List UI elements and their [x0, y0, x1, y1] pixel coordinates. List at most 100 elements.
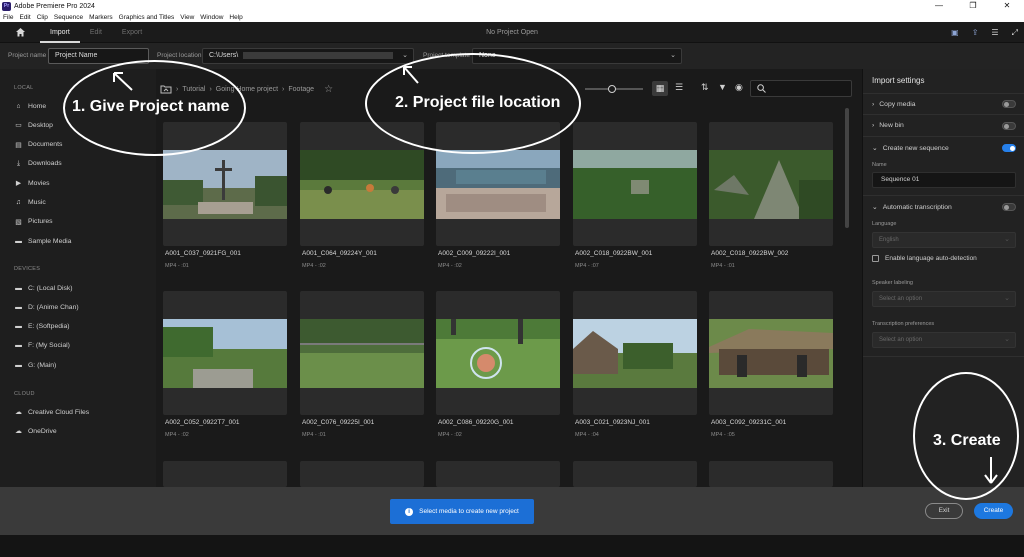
sidebar-item-g-main[interactable]: ▬ G: (Main) — [14, 361, 56, 369]
maximize-panel-icon[interactable]: ⤢ — [1012, 28, 1018, 38]
sidebar-item-label: C: (Local Disk) — [28, 284, 73, 292]
grid-view-button[interactable]: ▦ — [652, 81, 668, 96]
share-icon[interactable]: ⇪ — [972, 28, 979, 37]
media-tile[interactable]: A002_C018_0922BW_002 MP4 - :01 — [709, 122, 833, 269]
menu-file[interactable]: File — [3, 14, 13, 21]
new-bin-row[interactable]: › New bin — [863, 115, 1024, 137]
auto-detect-checkbox-row[interactable]: Enable language auto-detection — [872, 255, 977, 262]
media-duration: MP4 - :01 — [165, 263, 189, 269]
menu-help[interactable]: Help — [229, 14, 242, 21]
media-tile-partial[interactable] — [300, 461, 424, 487]
media-tile[interactable]: A002_C086_09220G_001 MP4 - :02 — [436, 291, 560, 438]
media-duration: MP4 - :02 — [438, 263, 462, 269]
workspace-layout-icon[interactable]: ▣ — [951, 28, 959, 37]
media-tile-partial[interactable] — [436, 461, 560, 487]
filter-icon[interactable]: ▼ — [718, 82, 727, 92]
sidebar-item-creative-cloud-files[interactable]: ☁ Creative Cloud Files — [14, 408, 89, 417]
cloud-heading: CLOUD — [14, 391, 35, 397]
media-tile-partial[interactable] — [163, 461, 287, 487]
menu-window[interactable]: Window — [200, 14, 223, 21]
media-filename: A002_C086_09220G_001 — [438, 419, 514, 426]
media-tile-partial[interactable] — [709, 461, 833, 487]
sequence-name-input[interactable]: Sequence 01 — [872, 172, 1016, 188]
new-bin-label: New bin — [879, 122, 904, 129]
sidebar-item-pictures[interactable]: ▧ Pictures — [14, 218, 52, 226]
search-input[interactable] — [750, 80, 852, 97]
thumbnail-size-slider[interactable] — [585, 85, 643, 93]
sidebar-item-label: G: (Main) — [28, 361, 57, 369]
sidebar-item-movies[interactable]: ▶ Movies — [14, 179, 50, 188]
project-location-label: Project location — [157, 52, 202, 59]
eye-icon[interactable]: ◉ — [735, 82, 743, 93]
sidebar-item-desktop[interactable]: ▭ Desktop — [14, 121, 53, 130]
project-location-select[interactable]: C:\Users\ ⌄ — [202, 48, 414, 64]
media-tile[interactable]: A002_C076_09225I_001 MP4 - :01 — [300, 291, 424, 438]
sidebar-item-home[interactable]: ⌂ Home — [14, 102, 46, 110]
menu-clip[interactable]: Clip — [37, 14, 48, 21]
media-tile-partial[interactable] — [573, 461, 697, 487]
auto-transcription-toggle[interactable] — [1002, 203, 1016, 211]
sidebar-item-sample-media[interactable]: ▬ Sample Media — [14, 237, 71, 245]
favorite-star-icon[interactable]: ☆ — [324, 84, 333, 95]
create-button[interactable]: Create — [974, 503, 1013, 519]
project-status-title: No Project Open — [486, 28, 538, 36]
media-filename: A002_C018_0922BW_002 — [711, 250, 789, 257]
sidebar-item-label: OneDrive — [28, 427, 57, 435]
transcription-preferences-select[interactable]: Select an option ⌄ — [872, 332, 1016, 348]
sidebar-item-music[interactable]: ♫ Music — [14, 199, 46, 207]
sidebar-item-d-anime-chan[interactable]: ▬ D: (Anime Chan) — [14, 303, 79, 311]
media-filename: A001_C064_09224Y_001 — [302, 250, 377, 257]
sidebar-item-e-softpedia[interactable]: ▬ E: (Softpedia) — [14, 323, 69, 331]
maximize-button[interactable]: ❐ — [956, 0, 990, 12]
menu-markers[interactable]: Markers — [89, 14, 112, 21]
auto-transcription-row[interactable]: ⌄ Automatic transcription — [863, 196, 1024, 218]
copy-media-toggle[interactable] — [1002, 100, 1016, 108]
slider-handle[interactable] — [608, 85, 616, 93]
tab-export[interactable]: Export — [112, 22, 152, 43]
media-scrollbar[interactable] — [845, 108, 849, 228]
sidebar-item-documents[interactable]: ▤ Documents — [14, 141, 62, 149]
sort-icon[interactable]: ⇅ — [701, 82, 709, 93]
close-window-button[interactable]: ✕ — [990, 0, 1024, 12]
media-tile[interactable]: A003_C021_0923NJ_001 MP4 - :04 — [573, 291, 697, 438]
devices-heading: DEVICES — [14, 266, 41, 272]
sidebar-item-downloads[interactable]: ⤓ Downloads — [14, 160, 62, 168]
tab-edit[interactable]: Edit — [80, 22, 112, 43]
create-sequence-toggle[interactable] — [1002, 144, 1016, 152]
menu-graphics-and-titles[interactable]: Graphics and Titles — [119, 14, 175, 21]
auto-detect-label: Enable language auto-detection — [885, 255, 977, 262]
sidebar-item-f-my-social[interactable]: ▬ F: (My Social) — [14, 342, 70, 350]
folder-icon: ▬ — [15, 303, 22, 311]
menu-edit[interactable]: Edit — [19, 14, 30, 21]
media-tile[interactable]: A002_C052_0922T7_001 MP4 - :02 — [163, 291, 287, 438]
list-view-icon[interactable]: ☰ — [675, 82, 683, 93]
folder-icon: ▬ — [15, 323, 22, 331]
exit-button[interactable]: Exit — [925, 503, 963, 519]
sidebar-item-onedrive[interactable]: ☁ OneDrive — [14, 427, 57, 436]
minimize-button[interactable]: — — [922, 0, 956, 12]
media-duration: MP4 - :02 — [438, 432, 462, 438]
language-select[interactable]: English ⌄ — [872, 232, 1016, 248]
new-bin-toggle[interactable] — [1002, 121, 1016, 130]
auto-detect-checkbox[interactable] — [872, 255, 879, 262]
speaker-labeling-select[interactable]: Select an option ⌄ — [872, 291, 1016, 307]
home-button[interactable] — [0, 22, 40, 43]
menu-view[interactable]: View — [180, 14, 194, 21]
media-filename: A002_C076_09225I_001 — [302, 419, 375, 426]
sidebar-item-c-local-disk[interactable]: ▬ C: (Local Disk) — [14, 284, 73, 292]
language-value: English — [879, 237, 899, 243]
menu-sequence[interactable]: Sequence — [54, 14, 83, 21]
media-tile[interactable]: A002_C018_0922BW_001 MP4 - :07 — [573, 122, 697, 269]
speaker-labeling-placeholder: Select an option — [879, 296, 923, 302]
copy-media-row[interactable]: › Copy media — [863, 93, 1024, 115]
chevron-down-icon: ⌄ — [1004, 295, 1010, 302]
breadcrumb-footage[interactable]: Footage — [288, 86, 314, 93]
title-bar: Pr Adobe Premiere Pro 2024 — ❐ ✕ — [0, 0, 1024, 12]
sidebar-item-label: D: (Anime Chan) — [28, 303, 79, 311]
divider — [863, 356, 1024, 357]
media-tile[interactable]: A003_C092_09231C_001 MP4 - :05 — [709, 291, 833, 438]
panel-menu-icon[interactable]: ☰ — [991, 28, 998, 37]
create-sequence-row[interactable]: ⌄ Create new sequence — [863, 137, 1024, 159]
annotation-arrow-2 — [403, 66, 419, 84]
tab-import[interactable]: Import — [40, 22, 80, 43]
